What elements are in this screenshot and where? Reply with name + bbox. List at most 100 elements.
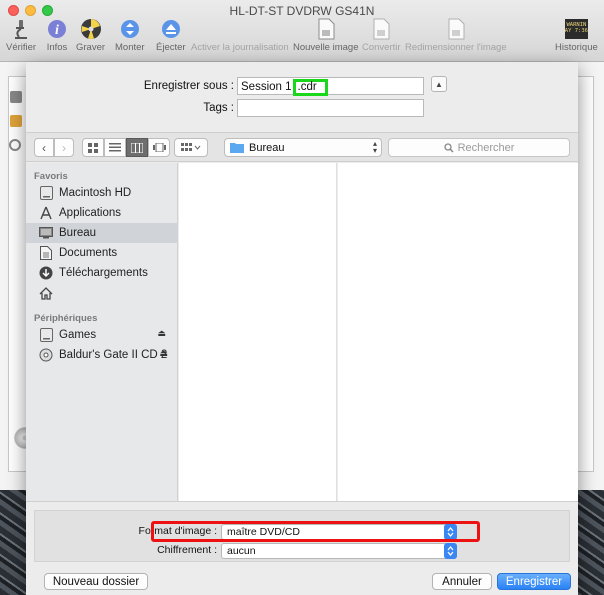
hard-disk-icon <box>38 185 54 201</box>
toolbar-mount-label: Monter <box>115 42 145 53</box>
eject-icon <box>160 18 182 40</box>
favorites-header: Favoris <box>34 171 68 182</box>
desktop-icon <box>38 225 54 241</box>
sidebar-item-documents[interactable]: Documents <box>26 243 178 263</box>
sidebar-item-desktop[interactable]: Bureau <box>26 223 178 243</box>
sidebar-item-games[interactable]: Games ⏏ <box>26 325 178 345</box>
coverflow-icon <box>152 143 166 152</box>
sidebar-item-label: Games <box>59 329 97 341</box>
mount-icon <box>119 18 141 40</box>
encryption-label: Chiffrement : <box>157 544 217 556</box>
view-coverflow-button[interactable] <box>148 138 170 157</box>
toolbar-convert-label: Convertir <box>362 42 401 53</box>
search-field[interactable]: Rechercher <box>388 138 570 157</box>
image-options-panel: Format d'image : maître DVD/CD Chiffreme… <box>34 510 570 562</box>
expand-dialog-button[interactable]: ▲ <box>431 76 447 92</box>
format-highlight <box>151 521 480 542</box>
toolbar-burn-button[interactable]: Graver <box>76 18 105 53</box>
location-label: Bureau <box>249 141 285 154</box>
browser-column-2[interactable] <box>338 163 578 501</box>
device-list-pane <box>8 76 26 472</box>
window-title: HL-DT-ST DVDRW GS41N <box>229 4 375 18</box>
microscope-icon <box>10 18 32 40</box>
eject-icon[interactable]: ⏏ <box>157 328 166 339</box>
chevron-left-icon: ‹ <box>42 140 46 155</box>
search-icon <box>443 142 454 153</box>
toolbar-resize-label: Redimensionner l'image <box>405 42 507 53</box>
sidebar-item-downloads[interactable]: Téléchargements <box>26 263 178 283</box>
chevron-up-icon: ▲ <box>435 79 443 89</box>
devices-header: Périphériques <box>34 313 98 324</box>
toolbar-log-button[interactable]: WARNIN AY 7:36 Historique <box>555 18 598 53</box>
sidebar-item-home[interactable] <box>26 283 178 303</box>
toolbar-info-label: Infos <box>46 42 68 53</box>
updown-chevron-icon: ▴ ▾ <box>372 139 377 155</box>
toolbar-mount-button[interactable]: Monter <box>115 18 145 53</box>
toolbar-eject-label: Éjecter <box>156 42 186 53</box>
chevron-right-icon: › <box>62 140 66 155</box>
view-list-button[interactable] <box>104 138 126 157</box>
toolbar-burn-label: Graver <box>76 42 106 53</box>
navigation-bar: ‹ › Bureau ▴ ▾ Rechercher <box>26 132 578 162</box>
disc-icon <box>38 347 54 363</box>
convert-icon <box>370 18 392 40</box>
encryption-value: aucun <box>227 545 256 557</box>
downloads-icon <box>38 265 54 281</box>
back-button[interactable]: ‹ <box>34 138 54 157</box>
toolbar-convert-button[interactable]: Convertir <box>362 18 401 53</box>
tags-field[interactable] <box>237 99 424 117</box>
applications-icon <box>38 205 54 221</box>
sidebar-item-label: Macintosh HD <box>59 187 132 199</box>
encryption-select[interactable]: aucun <box>221 543 457 559</box>
toolbar-info-button[interactable]: i Infos <box>46 18 68 53</box>
updown-chevron-icon <box>444 543 457 559</box>
new-image-icon <box>315 18 337 40</box>
toolbar-resize-button[interactable]: Redimensionner l'image <box>405 18 507 53</box>
info-icon: i <box>46 18 68 40</box>
burn-icon <box>80 18 102 40</box>
drive-icon <box>38 327 54 343</box>
browser-column-1[interactable] <box>179 163 337 501</box>
file-extension-highlight: .cdr <box>292 79 328 96</box>
sidebar-item-label: Baldur's Gate II CD 2 <box>59 349 168 361</box>
sidebar-item-label: Applications <box>59 207 122 219</box>
toolbar-new-image-label: Nouvelle image <box>293 42 359 53</box>
journal-icon <box>229 18 251 40</box>
save-options-footer: Format d'image : maître DVD/CD Chiffreme… <box>26 501 578 595</box>
log-icon: WARNIN AY 7:36 <box>564 18 588 40</box>
list-icon <box>109 143 121 152</box>
title-bar: HL-DT-ST DVDRW GS41N Vérifier i Infos Gr… <box>0 0 604 62</box>
save-button[interactable]: Enregistrer <box>497 573 571 590</box>
view-icons-button[interactable] <box>82 138 104 157</box>
sidebar-item-label: Documents <box>59 247 118 259</box>
search-placeholder: Rechercher <box>457 141 515 154</box>
toolbar-verify-label: Vérifier <box>6 42 37 53</box>
grid-icon <box>88 142 98 153</box>
sidebar-item-baldurs-gate[interactable]: Baldur's Gate II CD 2 ⏏ <box>26 345 178 365</box>
eject-icon[interactable]: ⏏ <box>159 348 168 359</box>
columns-icon <box>131 142 143 153</box>
sidebar-item-macintosh-hd[interactable]: Macintosh HD <box>26 183 178 203</box>
toolbar: Vérifier i Infos Graver Monter Éjecter A… <box>0 18 604 58</box>
view-columns-button[interactable] <box>126 138 148 157</box>
sidebar-item-applications[interactable]: Applications <box>26 203 178 223</box>
save-as-field[interactable]: Session 1 .cdr <box>237 77 424 96</box>
toolbar-verify-button[interactable]: Vérifier <box>6 18 36 53</box>
sidebar-item-label: Téléchargements <box>59 267 148 279</box>
hard-disk-icon[interactable] <box>10 91 22 103</box>
forward-button[interactable]: › <box>54 138 74 157</box>
location-popup[interactable]: Bureau ▴ ▾ <box>224 138 382 157</box>
toolbar-log-label: Historique <box>555 42 598 53</box>
toolbar-journal-button[interactable]: Activer la journalisation <box>191 18 289 53</box>
toolbar-eject-button[interactable]: Éjecter <box>156 18 186 53</box>
save-header: Enregistrer sous : Session 1 .cdr ▲ Tags … <box>26 62 578 122</box>
new-folder-button[interactable]: Nouveau dossier <box>44 573 148 590</box>
cancel-button[interactable]: Annuler <box>432 573 492 590</box>
arrange-button[interactable] <box>174 138 208 157</box>
disc-icon[interactable] <box>9 139 21 151</box>
save-as-label: Enregistrer sous : <box>143 80 234 92</box>
tags-label: Tags : <box>203 102 234 114</box>
toolbar-journal-label: Activer la journalisation <box>191 42 289 53</box>
toolbar-new-image-button[interactable]: Nouvelle image <box>293 18 358 53</box>
drive-icon[interactable] <box>10 115 22 127</box>
